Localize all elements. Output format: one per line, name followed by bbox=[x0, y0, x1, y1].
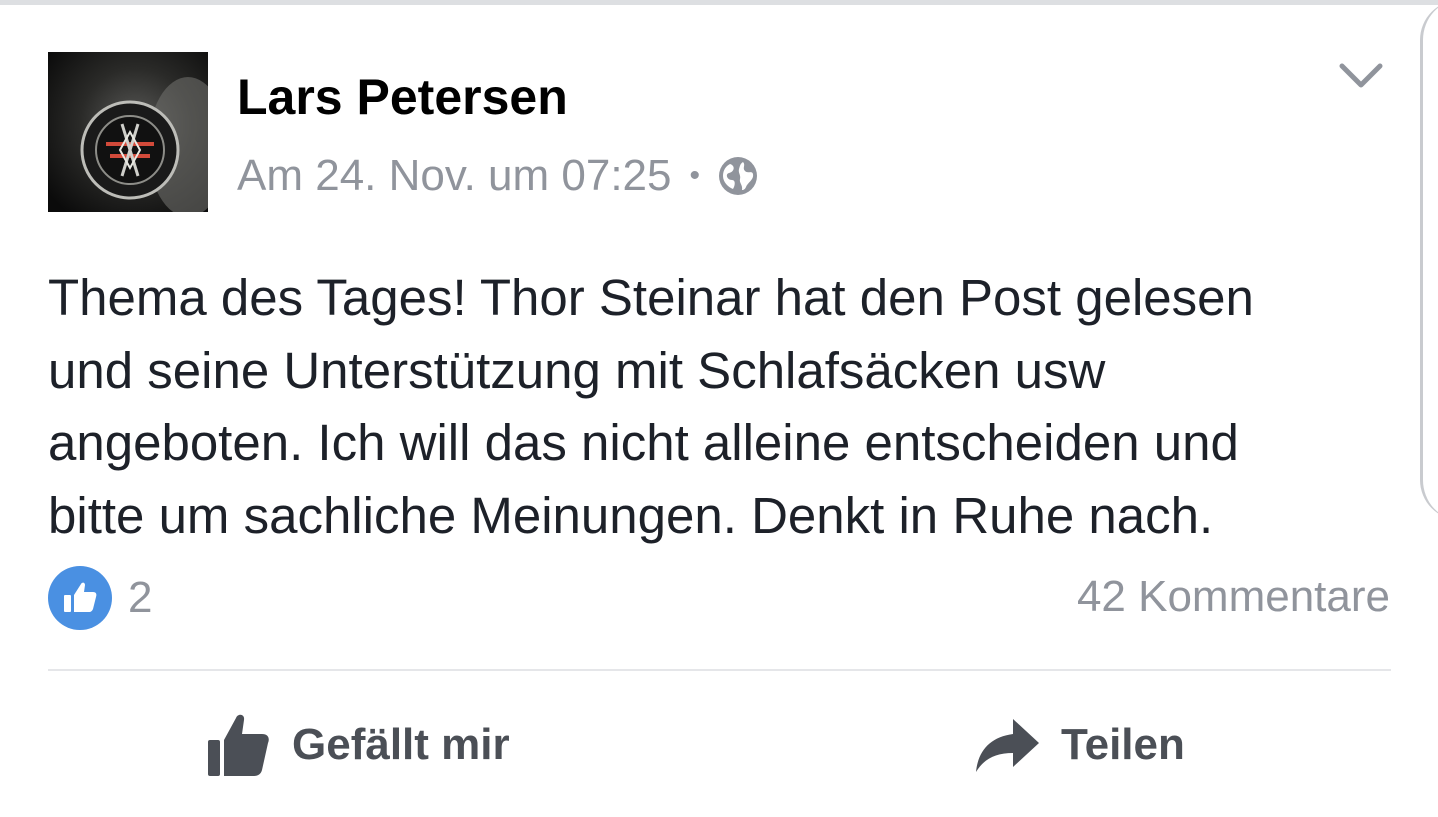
post-text-line: Thema des Tages! Thor Steinar hat den Po… bbox=[48, 269, 1254, 326]
post-timestamp[interactable]: Am 24. Nov. um 07:25 bbox=[237, 151, 672, 201]
avatar[interactable] bbox=[48, 52, 208, 212]
post-meta: Am 24. Nov. um 07:25 • bbox=[237, 150, 758, 202]
chevron-down-icon[interactable] bbox=[1336, 56, 1386, 96]
like-count: 2 bbox=[128, 573, 153, 622]
actions-divider bbox=[48, 669, 1391, 671]
globe-icon bbox=[719, 157, 758, 195]
like-button[interactable]: Gefällt mir bbox=[208, 712, 510, 778]
like-icon bbox=[48, 566, 112, 630]
share-button[interactable]: Teilen bbox=[975, 712, 1185, 778]
share-arrow-icon bbox=[976, 719, 1039, 772]
avatar-image bbox=[48, 52, 208, 212]
comments-count[interactable]: 42 Kommentare bbox=[1077, 572, 1390, 622]
post-text-line: und seine Unterstützung mit Schlafsäcken… bbox=[48, 341, 1106, 399]
author-name[interactable]: Lars Petersen bbox=[237, 68, 568, 126]
thumbs-up-icon bbox=[208, 714, 269, 776]
top-divider bbox=[0, 0, 1438, 5]
post-text-line: bitte um sachliche Meinungen. Denkt in R… bbox=[48, 486, 1214, 544]
like-button-label: Gefällt mir bbox=[292, 720, 510, 769]
post-body: Thema des Tages! Thor Steinar hat den Po… bbox=[48, 262, 1408, 552]
reaction-summary[interactable]: 2 bbox=[48, 566, 152, 630]
share-button-label: Teilen bbox=[1061, 720, 1185, 769]
screen-edge bbox=[1420, 0, 1438, 520]
meta-separator: • bbox=[689, 159, 701, 192]
post-text-line: angeboten. Ich will das nicht alleine en… bbox=[48, 414, 1239, 471]
